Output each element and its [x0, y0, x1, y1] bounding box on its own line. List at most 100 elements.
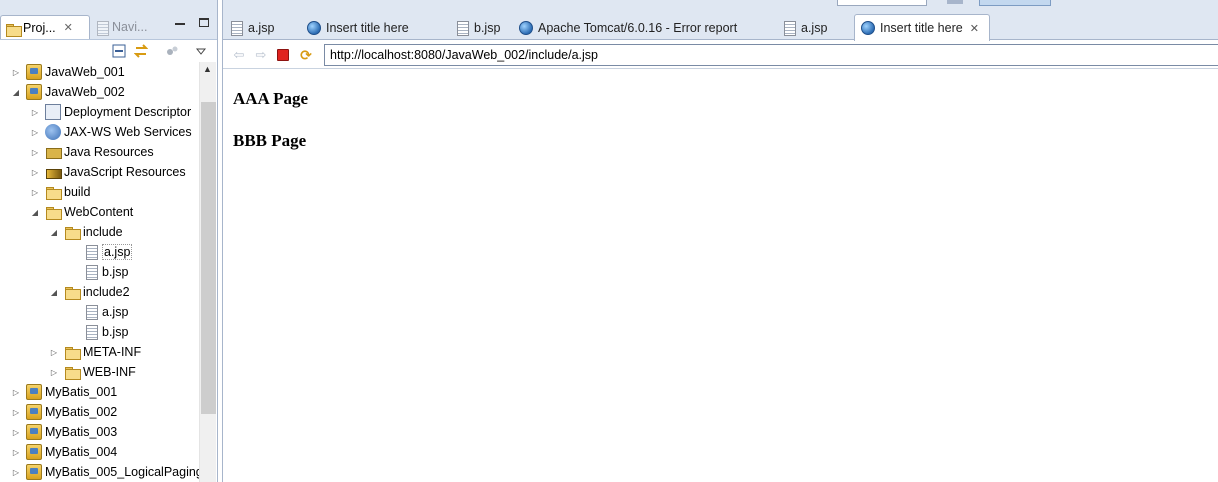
toolbar-field-fragment: [837, 0, 927, 6]
navigator-icon: [94, 20, 109, 36]
tree-item[interactable]: ▷ MyBatis_002: [10, 402, 117, 422]
editor-tab[interactable]: a.jsp: [223, 15, 293, 40]
expand-arrow-icon[interactable]: ▷: [29, 186, 41, 198]
tree-item-label: Java Resources: [64, 145, 154, 159]
tree-item-label: a.jsp: [102, 244, 133, 260]
editor-tab[interactable]: a.jsp: [776, 15, 846, 40]
editor-tab-label: a.jsp: [248, 20, 275, 35]
expand-arrow-icon[interactable]: ▷: [10, 406, 22, 418]
web-services-icon: [45, 124, 61, 140]
tree-item[interactable]: ▷ META-INF: [48, 342, 141, 362]
back-arrow-icon[interactable]: ⇦: [231, 47, 247, 63]
tree-item[interactable]: a.jsp: [67, 302, 128, 322]
globe-icon: [519, 20, 533, 35]
expand-arrow-icon[interactable]: ▷: [10, 466, 22, 478]
tree-item[interactable]: ▷ Java Resources: [29, 142, 154, 162]
tree-item[interactable]: ▷ WEB-INF: [48, 362, 136, 382]
tree-item[interactable]: ▷ Deployment Descriptor: [29, 102, 191, 122]
expand-arrow-icon[interactable]: ▷: [29, 166, 41, 178]
collapse-arrow-icon[interactable]: ◢: [48, 226, 60, 238]
tree-item[interactable]: ▷ MyBatis_003: [10, 422, 117, 442]
tree-item-label: b.jsp: [102, 265, 129, 279]
tree-item-label: WEB-INF: [83, 365, 136, 379]
tab-navigator[interactable]: Navi...: [90, 16, 160, 38]
expand-arrow-icon[interactable]: ▷: [29, 126, 41, 138]
url-bar[interactable]: http://localhost:8080/JavaWeb_002/includ…: [324, 44, 1218, 66]
collapse-arrow-icon[interactable]: ◢: [29, 206, 41, 218]
tree-item[interactable]: ▷ JavaScript Resources: [29, 162, 186, 182]
minimize-icon[interactable]: [175, 23, 185, 25]
expand-arrow-icon[interactable]: ▷: [29, 146, 41, 158]
editor-tab-label: b.jsp: [474, 20, 501, 35]
expand-arrow-icon[interactable]: ▷: [10, 426, 22, 438]
tree-scrollbar[interactable]: ▲: [199, 62, 216, 482]
forward-arrow-icon[interactable]: ⇨: [253, 47, 269, 63]
scroll-thumb[interactable]: [201, 102, 216, 414]
tree-item[interactable]: ▷ build: [29, 182, 90, 202]
close-icon[interactable]: ✕: [64, 21, 73, 34]
stop-icon[interactable]: [277, 49, 289, 61]
jsp-file-icon: [455, 20, 469, 36]
jsp-file-icon: [782, 20, 796, 36]
project-icon: [26, 464, 42, 480]
expand-arrow-icon[interactable]: ▷: [48, 366, 60, 378]
tree-item[interactable]: ◢ include2: [48, 282, 130, 302]
tab-project-explorer[interactable]: Proj... ✕: [0, 15, 90, 39]
tree-item[interactable]: b.jsp: [67, 322, 128, 342]
collapse-all-icon[interactable]: [112, 44, 126, 58]
tree-item[interactable]: ◢ include: [48, 222, 123, 242]
editor-tab[interactable]: Insert title here ✕: [854, 14, 990, 41]
scroll-up-icon[interactable]: ▲: [203, 64, 212, 74]
editor-tab-label: a.jsp: [801, 20, 828, 35]
tree-item-label: MyBatis_001: [45, 385, 118, 399]
perspective-button-fragment: [979, 0, 1051, 6]
globe-icon: [861, 21, 875, 35]
toolbar-separator: [947, 0, 963, 4]
close-icon[interactable]: ✕: [970, 22, 979, 35]
expand-arrow-icon[interactable]: ▷: [10, 446, 22, 458]
maximize-icon[interactable]: [199, 18, 209, 27]
tree-item[interactable]: a.jsp: [67, 242, 133, 262]
link-with-editor-icon[interactable]: [134, 44, 148, 58]
project-icon: [26, 64, 42, 80]
view-menu-options-icon[interactable]: [165, 44, 179, 58]
tab-label: Proj...: [23, 20, 56, 35]
jsp-file-icon: [83, 244, 99, 260]
tree-item[interactable]: ▷ MyBatis_004: [10, 442, 117, 462]
expand-arrow-icon[interactable]: ▷: [10, 386, 22, 398]
project-icon: [26, 384, 42, 400]
project-icon: [26, 424, 42, 440]
tree-item-label: a.jsp: [102, 305, 129, 319]
tree-item-label: MyBatis_004: [45, 445, 118, 459]
jsp-file-icon: [229, 20, 243, 36]
browser-navbar: ⇦ ⇨ ⟳ http://localhost:8080/JavaWeb_002/…: [223, 41, 1218, 69]
refresh-icon[interactable]: ⟳: [298, 47, 314, 63]
collapse-arrow-icon[interactable]: ◢: [48, 286, 60, 298]
tree-item[interactable]: ▷ JAX-WS Web Services: [29, 122, 192, 142]
editor-tab[interactable]: Apache Tomcat/6.0.16 - Error report: [513, 15, 767, 40]
tree-item-label: MyBatis_005_LogicalPaging: [45, 465, 199, 479]
view-menu-icon[interactable]: [194, 44, 208, 58]
folder-icon: [64, 224, 81, 240]
tree-item[interactable]: b.jsp: [67, 262, 128, 282]
expand-arrow-icon[interactable]: ▷: [48, 346, 60, 358]
editor-tab-label: Insert title here: [880, 21, 963, 35]
collapse-arrow-icon[interactable]: ◢: [10, 86, 22, 98]
project-explorer-panel: Proj... ✕ Navi... ▷ JavaWeb_001 ◢ JavaWeb_0…: [0, 0, 218, 482]
expand-arrow-icon[interactable]: ▷: [10, 66, 22, 78]
tree-item[interactable]: ▷ MyBatis_005_LogicalPaging: [10, 462, 199, 482]
tree-item[interactable]: ▷ MyBatis_001: [10, 382, 117, 402]
tree-item-label: b.jsp: [102, 325, 129, 339]
editor-tab[interactable]: Insert title here: [301, 15, 441, 40]
tree-item-label: include: [83, 225, 123, 239]
tree-item[interactable]: ◢ WebContent: [29, 202, 133, 222]
editor-tab[interactable]: b.jsp: [449, 15, 505, 40]
folder-icon: [45, 204, 62, 220]
expand-arrow-icon[interactable]: ▷: [29, 106, 41, 118]
java-resources-icon: [45, 144, 62, 160]
tree-item[interactable]: ▷ JavaWeb_001: [10, 62, 125, 82]
tree-item-label: Deployment Descriptor: [64, 105, 192, 119]
tree-item[interactable]: ◢ JavaWeb_002: [10, 82, 125, 102]
